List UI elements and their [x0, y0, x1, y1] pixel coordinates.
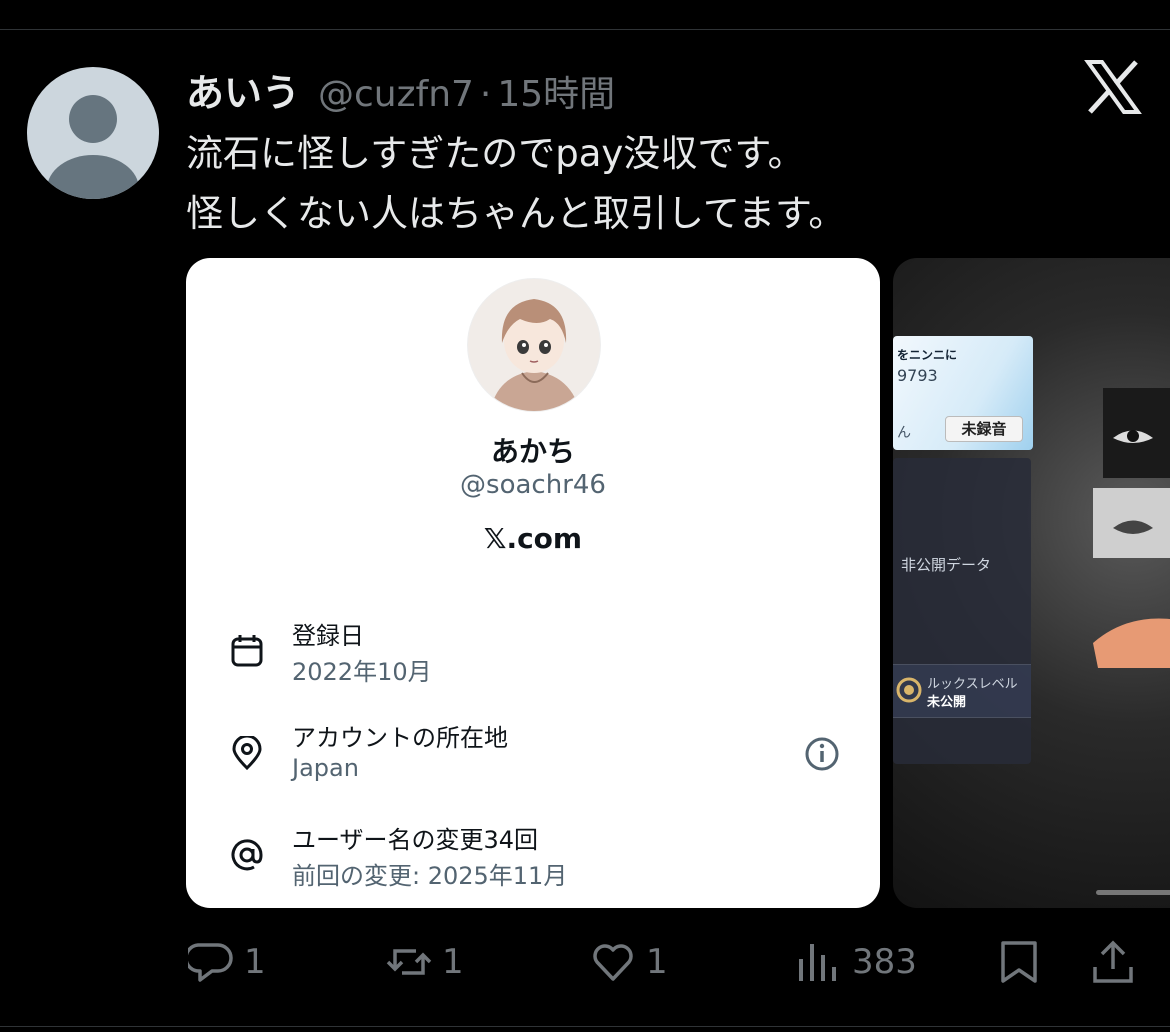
info-row-username-changes: ユーザー名の変更34回 前回の変更: 2025年11月: [230, 820, 840, 900]
location-pin-icon: [232, 736, 262, 770]
info-row-joined: 登録日 2022年10月: [230, 616, 840, 696]
header-separator: ·: [479, 74, 492, 115]
looks-level-label: ルックスレベル: [927, 677, 1018, 692]
heart-icon: [593, 944, 633, 981]
calendar-icon: [231, 635, 263, 667]
info-label: 登録日: [292, 622, 364, 650]
author-name[interactable]: あいう: [186, 62, 300, 117]
share-upload-icon: [1093, 940, 1133, 983]
site-label: 𝕏.com: [483, 522, 583, 555]
info-row-location: アカウントの所在地 Japan: [230, 718, 840, 798]
info-value: Japan: [292, 754, 359, 782]
info-value: 前回の変更: 2025年11月: [292, 862, 568, 890]
media-image-game-screen[interactable]: をニンニに 9793 ん 未録音 非公開データ ルックスレベル 未公開: [893, 258, 1170, 908]
repost-count: 1: [442, 942, 464, 982]
info-label: ユーザー名の変更34回: [292, 826, 539, 854]
panel-number: 9793: [897, 366, 938, 385]
game-info-panel: をニンニに 9793 ん 未録音: [893, 336, 1033, 450]
private-data-label: 非公開データ: [901, 556, 992, 574]
views-button[interactable]: 383: [796, 938, 917, 986]
anime-avatar-illustration-icon: [490, 299, 580, 411]
info-circle-icon[interactable]: [804, 736, 840, 772]
default-avatar-icon: [47, 95, 139, 199]
x-logo-icon[interactable]: [1084, 60, 1142, 114]
dark-info-panel: 非公開データ ルックスレベル 未公開: [893, 458, 1031, 764]
author-handle[interactable]: @cuzfn7: [318, 74, 474, 115]
medal-icon: [896, 677, 922, 703]
carousel-scrollbar[interactable]: [1096, 890, 1170, 895]
repost-button[interactable]: 1: [386, 938, 464, 986]
author-avatar[interactable]: [27, 67, 159, 199]
panel-title: をニンニに: [897, 348, 958, 362]
looks-level-box: ルックスレベル 未公開: [893, 664, 1031, 718]
at-sign-icon: [231, 839, 263, 871]
tweet-text-line: 流石に怪しすぎたのでpay没収です。: [186, 132, 805, 175]
tweet-text: 流石に怪しすぎたのでpay没収です。 怪しくない人はちゃんと取引してます。: [186, 124, 1146, 244]
profile-handle: @soachr46: [460, 470, 606, 500]
views-bar-chart-icon: [799, 944, 836, 981]
profile-name: あかち: [490, 435, 575, 468]
tweet-header: あいう @cuzfn7 · 15時間: [186, 62, 615, 115]
profile-photo: [467, 278, 601, 412]
bookmark-icon: [1001, 941, 1037, 983]
view-count: 383: [852, 942, 917, 982]
like-count: 1: [646, 942, 668, 982]
tweet-text-line: 怪しくない人はちゃんと取引してます。: [186, 192, 846, 235]
media-image-profile-card[interactable]: あかち @soachr46 𝕏.com 登録日 2022年10月 アカウントの所…: [186, 258, 880, 908]
info-label: アカウントの所在地: [292, 724, 508, 752]
panel-suffix: ん: [897, 425, 911, 441]
bottom-divider: [0, 1026, 1170, 1027]
reply-button[interactable]: 1: [188, 938, 266, 986]
top-divider: [0, 29, 1170, 30]
character-face-art-icon: [1093, 388, 1170, 668]
repost-icon: [386, 949, 432, 975]
like-button[interactable]: 1: [590, 938, 668, 986]
info-value: 2022年10月: [292, 658, 432, 686]
reply-count: 1: [244, 942, 266, 982]
reply-bubble-icon: [188, 943, 233, 982]
share-button[interactable]: [1090, 938, 1136, 986]
bookmark-button[interactable]: [996, 938, 1042, 986]
tweet-timestamp[interactable]: 15時間: [497, 65, 615, 117]
unrecorded-badge: 未録音: [945, 416, 1023, 442]
looks-level-value: 未公開: [927, 695, 967, 710]
